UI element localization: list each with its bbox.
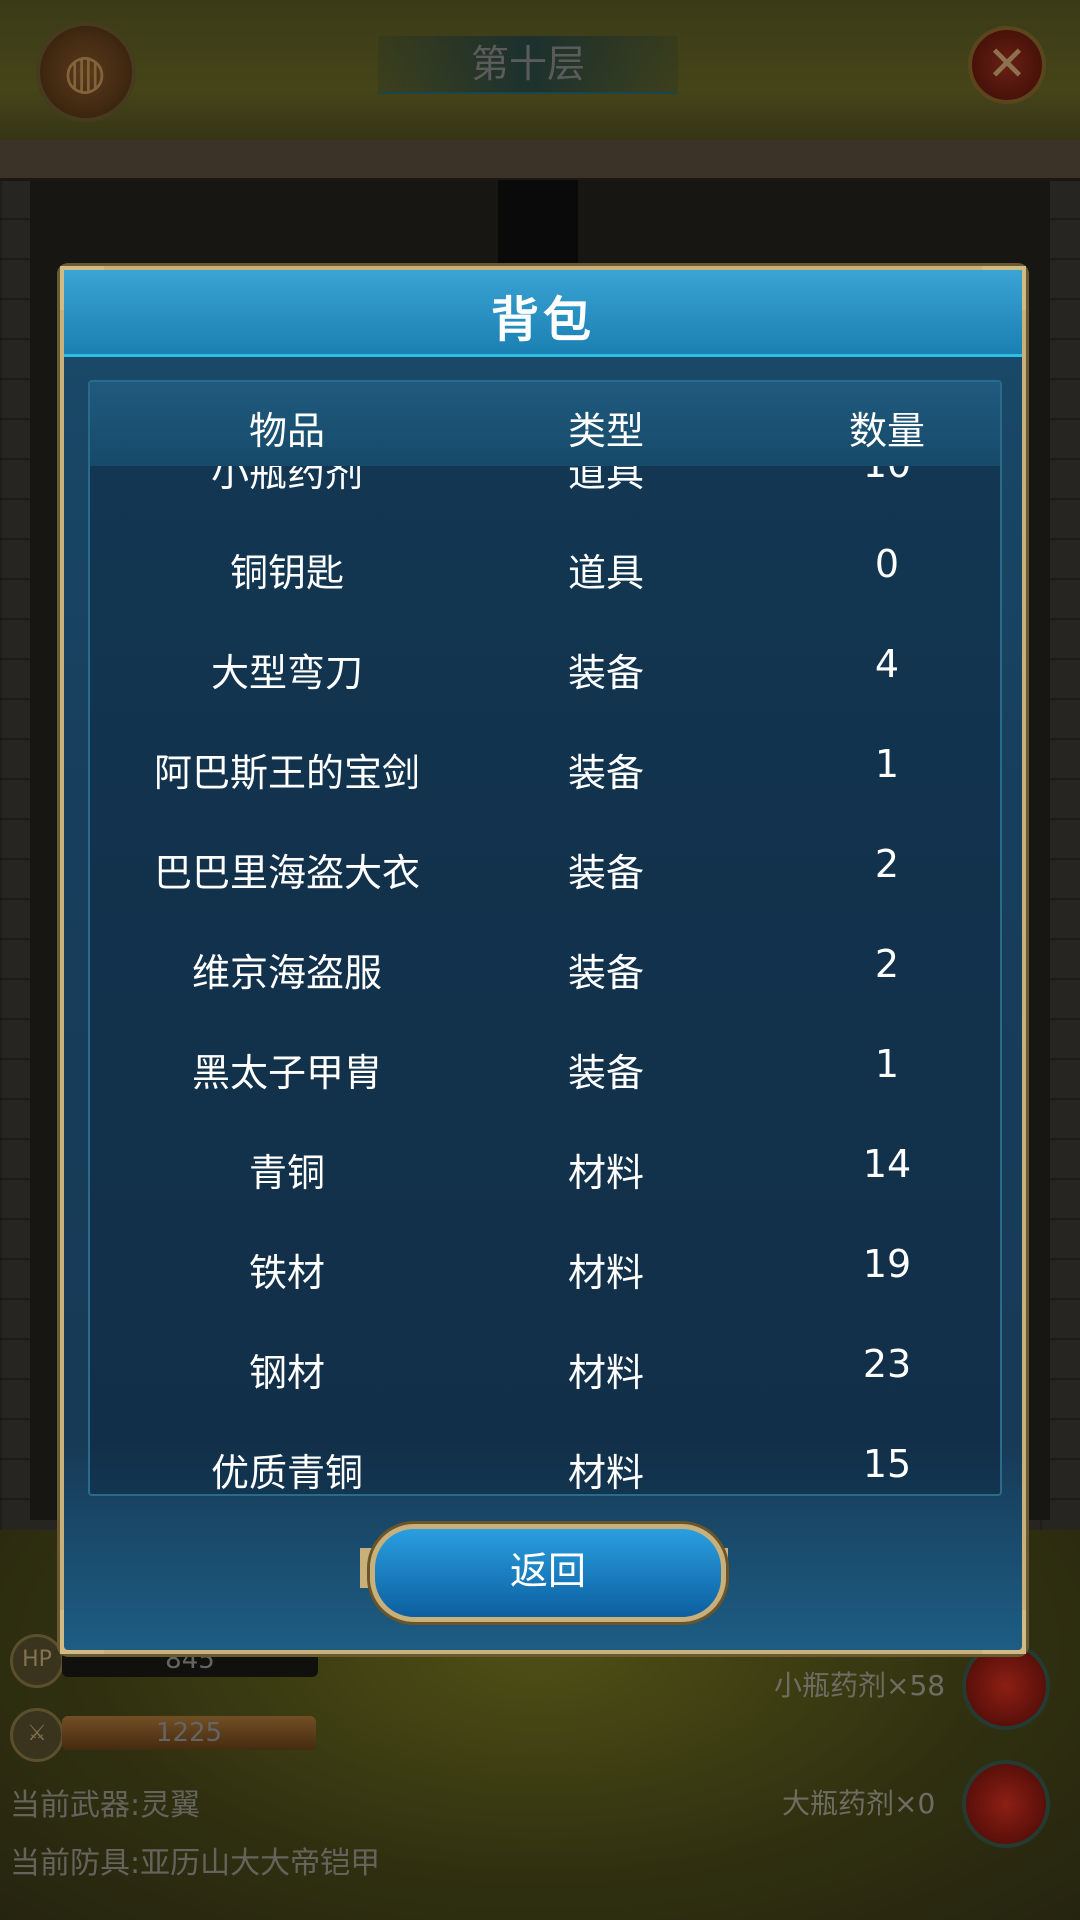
item-name: 阿巴斯王的宝剑	[153, 751, 420, 795]
corner-ornament	[982, 1610, 1026, 1654]
item-name: 优质青铜	[210, 1451, 363, 1494]
item-type: 材料	[567, 1351, 644, 1395]
item-type: 装备	[567, 851, 644, 895]
table-row[interactable]: 钢材 材料 23	[90, 1312, 1000, 1412]
item-type: 装备	[567, 951, 644, 995]
item-name: 钢材	[248, 1351, 325, 1395]
corner-ornament	[982, 266, 1026, 310]
item-quantity: 1	[874, 1042, 900, 1086]
return-button[interactable]: 返回	[370, 1524, 726, 1622]
modal-title: 背包	[490, 292, 595, 348]
item-name: 巴巴里海盗大衣	[153, 851, 420, 895]
item-quantity: 2	[874, 842, 900, 886]
table-row[interactable]: 维京海盗服 装备 2	[90, 912, 1000, 1012]
item-name: 维京海盗服	[191, 951, 382, 995]
inventory-table[interactable]: 物品 类型 数量 小瓶药剂 道具 10 铜钥匙 道具 0 大型弯刀 装备 4 阿…	[88, 380, 1002, 1496]
item-type: 装备	[567, 1051, 644, 1095]
item-quantity: 19	[862, 1242, 912, 1286]
table-row[interactable]: 铁材 材料 19	[90, 1212, 1000, 1312]
inventory-list[interactable]: 小瓶药剂 道具 10 铜钥匙 道具 0 大型弯刀 装备 4 阿巴斯王的宝剑 装备…	[90, 466, 1000, 1494]
item-name: 铁材	[248, 1251, 325, 1295]
table-row[interactable]: 优质青铜 材料 15	[90, 1412, 1000, 1494]
table-row[interactable]: 青铜 材料 14	[90, 1112, 1000, 1212]
item-name: 铜钥匙	[229, 551, 344, 595]
table-row[interactable]: 铜钥匙 道具 0	[90, 512, 1000, 612]
item-name: 黑太子甲胄	[191, 1051, 382, 1095]
corner-ornament	[60, 266, 104, 310]
item-quantity: 1	[874, 742, 900, 786]
column-header-type: 类型	[567, 409, 644, 453]
item-quantity: 10	[737, 466, 1000, 486]
table-row[interactable]: 小瓶药剂 道具 10	[90, 466, 1000, 512]
item-quantity: 14	[862, 1142, 912, 1186]
column-header-item: 物品	[248, 409, 325, 453]
item-quantity: 15	[862, 1442, 912, 1486]
item-name: 青铜	[248, 1151, 325, 1195]
table-row[interactable]: 巴巴里海盗大衣 装备 2	[90, 812, 1000, 912]
item-quantity: 4	[874, 642, 900, 686]
item-type: 道具	[567, 551, 644, 595]
corner-ornament	[60, 1610, 104, 1654]
table-row[interactable]: 大型弯刀 装备 4	[90, 612, 1000, 712]
column-header-quantity: 数量	[848, 409, 925, 453]
table-header: 物品 类型 数量	[90, 382, 1000, 466]
item-type: 材料	[567, 1251, 644, 1295]
item-type: 装备	[567, 751, 644, 795]
backpack-modal: 背包 物品 类型 数量 小瓶药剂 道具 10 铜钥匙 道具 0 大型弯刀 装备 …	[60, 266, 1026, 1654]
item-quantity: 2	[874, 942, 900, 986]
item-type: 道具	[567, 466, 644, 495]
table-row[interactable]: 黑太子甲胄 装备 1	[90, 1012, 1000, 1112]
item-type: 材料	[567, 1151, 644, 1195]
item-type: 装备	[567, 651, 644, 695]
item-type: 材料	[567, 1451, 644, 1494]
item-name: 大型弯刀	[210, 651, 363, 695]
table-row[interactable]: 阿巴斯王的宝剑 装备 1	[90, 712, 1000, 812]
item-name: 小瓶药剂	[210, 466, 363, 495]
item-quantity: 0	[874, 542, 900, 586]
item-quantity: 23	[862, 1342, 912, 1386]
